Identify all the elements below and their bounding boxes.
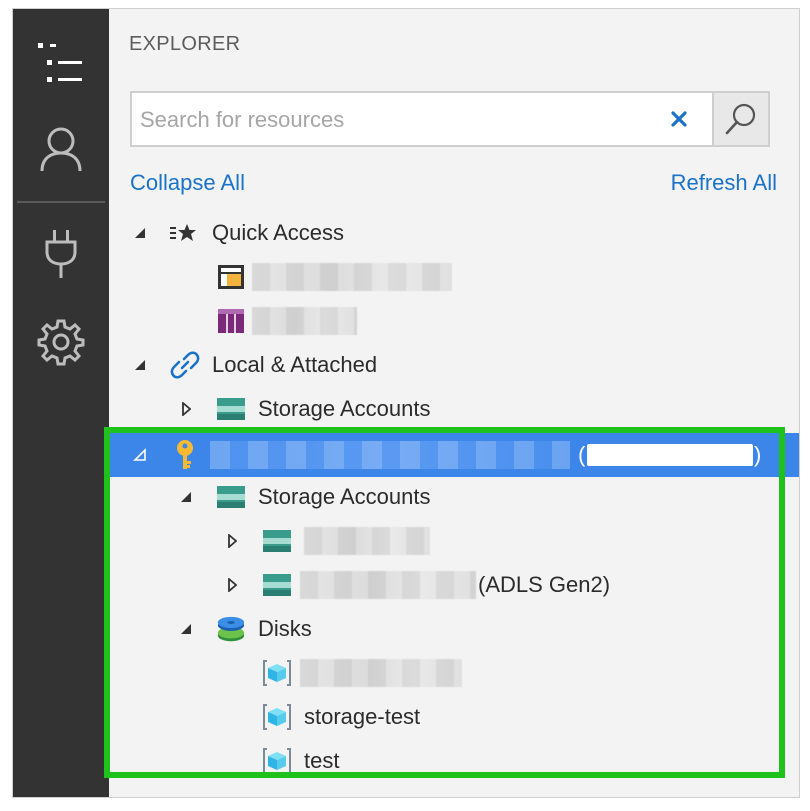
redacted-subscription-name <box>210 441 570 469</box>
disk-label: test <box>304 748 340 773</box>
tree-node-sub-storage-accounts[interactable]: Storage Accounts <box>110 475 799 519</box>
disks-icon <box>216 614 246 644</box>
search-button[interactable] <box>712 93 768 145</box>
subscription-paren-close: ) <box>754 442 762 467</box>
disk-cube-icon <box>262 702 292 732</box>
plug-icon <box>45 230 77 278</box>
collapsed-triangle-icon[interactable] <box>224 533 240 549</box>
expanded-triangle-icon[interactable] <box>178 621 194 637</box>
key-icon <box>170 440 200 470</box>
tree-node-quick-access[interactable]: Quick Access <box>110 211 799 255</box>
refresh-all-link[interactable]: Refresh All <box>671 170 777 196</box>
tree-node-storage-account-2[interactable]: (ADLS Gen2) <box>110 563 799 607</box>
storage-explorer-window: EXPLORER Collapse All Refresh All <box>12 8 800 798</box>
tree-label-quick-access: Quick Access <box>212 220 345 245</box>
search-box <box>130 91 770 147</box>
settings-activity-button[interactable] <box>13 302 109 382</box>
activity-bar <box>13 9 109 797</box>
disk-cube-icon <box>262 658 292 688</box>
tree-node-disks[interactable]: Disks <box>110 607 799 651</box>
collapse-all-link[interactable]: Collapse All <box>130 170 245 196</box>
settings-gear-icon <box>37 319 85 366</box>
adls-gen2-label: (ADLS Gen2) <box>478 572 611 597</box>
storage-account-icon <box>216 394 246 424</box>
clear-search-button[interactable] <box>664 104 694 134</box>
subscription-paren-open: ( <box>578 442 586 467</box>
expanded-triangle-icon[interactable] <box>132 357 148 373</box>
tree-node-disk-storage-test[interactable]: storage-test <box>110 695 799 739</box>
explorer-list-icon <box>38 43 82 82</box>
account-activity-button[interactable] <box>13 109 109 189</box>
explorer-panel: EXPLORER Collapse All Refresh All <box>110 9 799 797</box>
tree-label-storage-accounts: Storage Accounts <box>258 484 431 509</box>
expanded-triangle-icon[interactable] <box>132 447 148 463</box>
search-input[interactable] <box>138 101 662 139</box>
tree-label-local-attached: Local & Attached <box>212 352 378 377</box>
storage-account-icon <box>216 482 246 512</box>
search-icon <box>725 103 756 135</box>
redacted-name <box>252 263 452 291</box>
expanded-triangle-icon[interactable] <box>178 489 194 505</box>
queue-icon <box>216 306 246 336</box>
expanded-triangle-icon[interactable] <box>132 225 148 241</box>
quick-access-icon <box>168 218 198 248</box>
close-icon <box>671 111 687 127</box>
activity-separator <box>17 201 105 203</box>
connect-activity-button[interactable] <box>13 214 109 294</box>
disk-label: storage-test <box>304 704 421 729</box>
storage-account-icon <box>262 570 292 600</box>
redacted-name <box>300 659 462 687</box>
tree-node-quick-access-item-2[interactable] <box>110 299 799 343</box>
redacted-name <box>304 527 430 555</box>
collapsed-triangle-icon[interactable] <box>224 577 240 593</box>
account-icon <box>40 127 82 172</box>
redacted-subscription-id <box>587 444 753 466</box>
tree-node-quick-access-item-1[interactable] <box>110 255 799 299</box>
explorer-activity-button[interactable] <box>13 23 109 103</box>
tree-node-disk-1[interactable] <box>110 651 799 695</box>
tree-label-storage-accounts: Storage Accounts <box>258 396 431 421</box>
storage-account-icon <box>262 526 292 556</box>
redacted-name <box>300 571 476 599</box>
tree-node-storage-account-1[interactable] <box>110 519 799 563</box>
redacted-name <box>252 307 357 335</box>
explorer-title: EXPLORER <box>129 33 241 55</box>
disk-cube-icon <box>262 746 292 776</box>
table-icon <box>216 262 246 292</box>
tree-node-local-attached[interactable]: Local & Attached <box>110 343 799 387</box>
link-icon <box>170 350 200 380</box>
tree-label-disks: Disks <box>258 616 312 641</box>
tree-node-disk-test[interactable]: test <box>110 739 799 783</box>
tree-node-subscription[interactable]: ( ) <box>110 433 799 477</box>
tree-node-local-storage-accounts[interactable]: Storage Accounts <box>110 387 799 431</box>
collapsed-triangle-icon[interactable] <box>178 401 194 417</box>
